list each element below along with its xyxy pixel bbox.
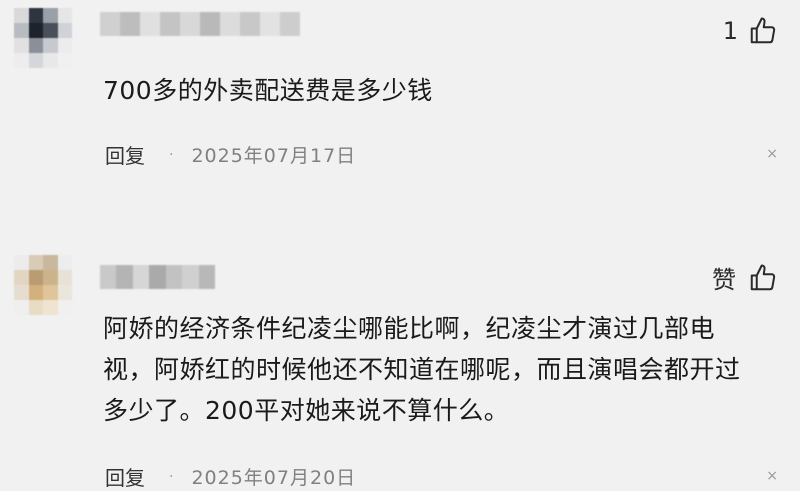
avatar-blurred[interactable] [14,8,72,68]
close-icon[interactable]: × [766,146,778,162]
comment-date: 2025年07月20日 [191,467,357,489]
comment-item: 1 700多的外卖配送费是多少钱 回复 · 2025年07月17日 × [0,0,800,210]
comment-text: 700多的外卖配送费是多少钱 [103,76,433,105]
comment-meta: 回复 · 2025年07月20日 [105,462,356,491]
close-icon[interactable]: × [766,468,778,484]
meta-separator: · [169,468,174,485]
username-blurred[interactable] [100,12,300,36]
like-area[interactable]: 赞 [712,260,778,295]
reply-button[interactable]: 回复 [105,462,145,491]
comment-meta: 回复 · 2025年07月17日 [105,140,356,169]
like-area[interactable]: 1 [723,16,778,46]
thumbs-up-icon[interactable] [748,16,778,46]
comment-text: 阿娇的经济条件纪凌尘哪能比啊，纪凌尘才演过几部电视，阿娇红的时候他还不知道在哪呢… [103,314,741,425]
thumbs-up-icon[interactable] [748,263,778,293]
like-label: 赞 [712,266,736,294]
comment-date: 2025年07月17日 [191,145,357,167]
meta-separator: · [169,146,174,163]
avatar-blurred[interactable] [14,255,72,315]
reply-button[interactable]: 回复 [105,140,145,169]
like-count: 1 [722,17,738,45]
username-blurred[interactable] [100,265,215,289]
